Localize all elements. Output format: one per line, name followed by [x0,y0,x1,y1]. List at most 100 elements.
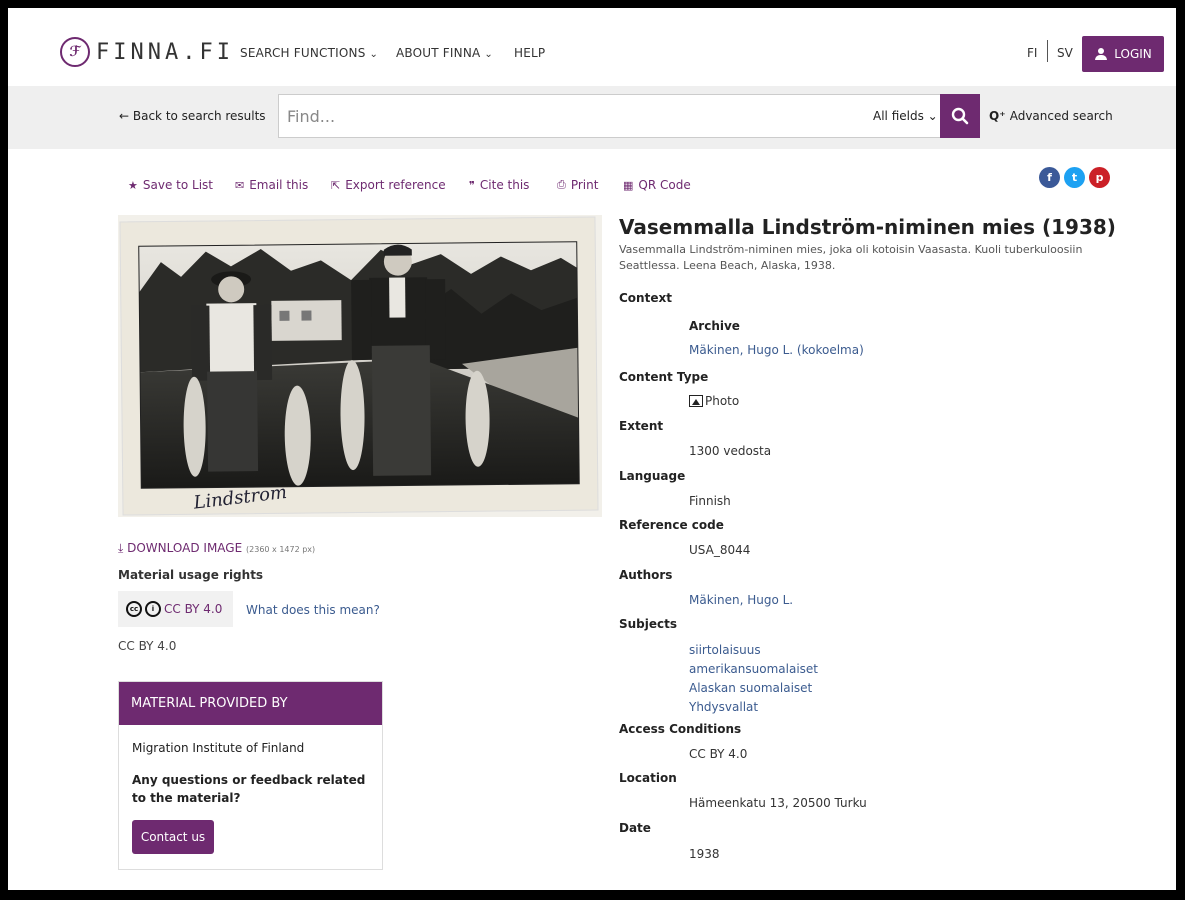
user-icon [1094,48,1108,60]
chevron-down-icon: ⌄ [369,49,379,60]
advanced-search-label: Advanced search [1009,109,1113,123]
star-icon: ★ [128,178,138,192]
advanced-search-link[interactable]: Q⁺ Advanced search [989,109,1113,123]
record-title: Vasemmalla Lindström-niminen mies (1938) [619,215,1116,239]
subject-link[interactable]: Yhdysvallat [689,698,818,717]
back-label: Back to search results [132,109,266,123]
subject-link[interactable]: siirtolaisuus [689,641,818,660]
provider-name: Migration Institute of Finland [132,741,305,755]
email-button[interactable]: ✉ Email this [235,178,308,192]
location-label: Location [619,771,677,785]
license-badge[interactable]: cc i CC BY 4.0 [118,591,233,627]
nav-search-functions[interactable]: SEARCH FUNCTIONS ⌄ [240,46,378,60]
page-frame: ℱ FINNA.FI SEARCH FUNCTIONS ⌄ ABOUT FINNA… [8,8,1176,890]
export-reference-button[interactable]: ⇱ Export reference [331,178,446,192]
print-button[interactable]: ⎙ Print [557,178,598,192]
download-label: DOWNLOAD IMAGE [127,541,243,555]
nav-label: SEARCH FUNCTIONS [240,46,366,60]
nav-label: ABOUT FINNA [396,46,481,60]
reference-code-label: Reference code [619,518,724,532]
extent-value: 1300 vedosta [689,444,772,458]
lang-divider [1047,40,1048,62]
top-header: ℱ FINNA.FI SEARCH FUNCTIONS ⌄ ABOUT FINNA… [8,8,1176,86]
photo-icon [689,395,703,407]
subject-link[interactable]: Alaskan suomalaiset [689,679,818,698]
login-button[interactable]: LOGIN [1082,36,1164,72]
search-box [278,94,948,138]
quote-icon: ❞ [469,178,475,192]
subjects-list: siirtolaisuus amerikansuomalaiset Alaska… [689,641,818,717]
access-conditions-label: Access Conditions [619,722,742,736]
field-select-dropdown[interactable]: All fields ⌄ [873,109,938,123]
license-text: CC BY 4.0 [118,639,177,653]
record-description: Vasemmalla Lindström-niminen mies, joka … [619,243,1083,272]
cc-icon: cc [126,601,142,617]
qr-code-button[interactable]: ▦ QR Code [623,178,691,192]
qr-code-icon: ▦ [623,178,634,192]
content-type-value: Photo [689,394,739,408]
subjects-label: Subjects [619,617,678,631]
license-label: CC BY 4.0 [164,602,223,616]
nav-about-finna[interactable]: ABOUT FINNA ⌄ [396,46,493,60]
date-label: Date [619,821,651,835]
archive-label: Archive [689,319,740,333]
lang-fi-link[interactable]: FI [1027,46,1037,60]
download-icon: ⤓ [118,541,128,555]
date-value: 1938 [689,847,720,861]
access-conditions-value: CC BY 4.0 [689,747,748,761]
language-label: Language [619,469,686,483]
subject-link[interactable]: amerikansuomalaiset [689,660,818,679]
save-label: Save to List [142,178,213,192]
envelope-icon: ✉ [235,178,245,192]
email-label: Email this [249,178,309,192]
material-provider-box: MATERIAL PROVIDED BY Migration Institute… [118,681,383,870]
language-value: Finnish [689,494,731,508]
save-to-list-button[interactable]: ★ Save to List [128,178,213,192]
lang-sv-link[interactable]: SV [1057,46,1073,60]
export-label: Export reference [345,178,446,192]
search-plus-icon: Q⁺ [989,109,1010,123]
search-button[interactable] [940,94,980,138]
extent-label: Extent [619,419,664,433]
contact-us-button[interactable]: Contact us [132,820,214,854]
facebook-share-icon[interactable]: f [1039,167,1060,188]
cite-label: Cite this [479,178,530,192]
logo-text: FINNA.FI [96,39,234,65]
chevron-down-icon: ⌄ [484,49,494,60]
what-does-this-mean-link[interactable]: What does this mean? [246,603,380,617]
author-link[interactable]: Mäkinen, Hugo L. [689,593,793,607]
cite-button[interactable]: ❞ Cite this [469,178,529,192]
nav-help[interactable]: HELP [514,46,545,60]
content-type-text: Photo [705,394,740,408]
arrow-left-icon: ← [119,109,133,123]
archive-link[interactable]: Mäkinen, Hugo L. (kokoelma) [689,343,864,357]
login-label: LOGIN [1114,47,1152,61]
authors-label: Authors [619,568,673,582]
provider-heading: MATERIAL PROVIDED BY [119,682,382,725]
location-value: Hämeenkatu 13, 20500 Turku [689,796,867,810]
print-label: Print [570,178,599,192]
image-size: (2360 x 1472 px) [246,545,316,554]
context-label: Context [619,291,672,305]
photo-card: Lindstrom [119,216,599,516]
qr-label: QR Code [638,178,691,192]
printer-icon: ⎙ [557,178,566,191]
pinterest-share-icon[interactable]: p [1089,167,1110,188]
search-icon [951,107,969,125]
reference-code-value: USA_8044 [689,543,751,557]
record-image[interactable]: Lindstrom [118,215,602,517]
feedback-question: Any questions or feedback related to the… [132,773,366,805]
finna-logo-icon: ℱ [60,37,90,67]
search-input[interactable] [287,103,847,129]
download-image-link[interactable]: ⤓ DOWNLOAD IMAGE (2360 x 1472 px) [118,541,315,556]
export-icon: ⇱ [331,178,341,192]
finna-logo[interactable]: ℱ FINNA.FI [60,37,234,67]
back-to-results-link[interactable]: ← Back to search results [119,109,266,123]
field-select-label: All fields [873,109,924,123]
photo-content [138,241,580,489]
chevron-down-icon: ⌄ [927,109,938,123]
twitter-share-icon[interactable]: t [1064,167,1085,188]
content-type-label: Content Type [619,370,709,384]
usage-rights-heading: Material usage rights [118,568,264,582]
attribution-icon: i [145,601,161,617]
